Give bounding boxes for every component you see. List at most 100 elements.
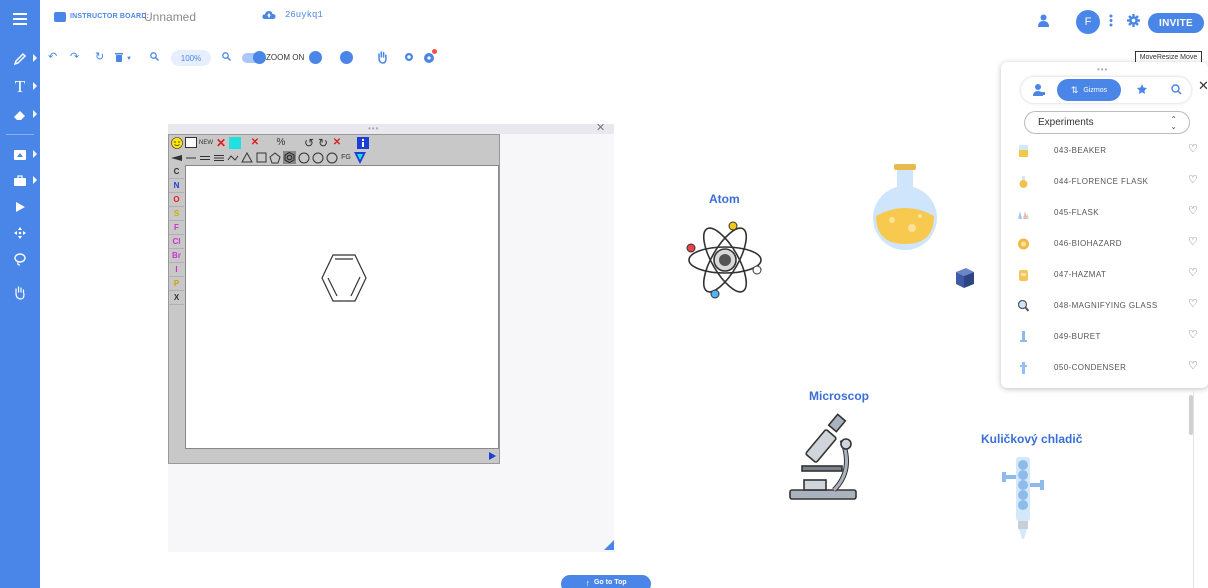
eraser-tool-button[interactable] (0, 102, 40, 128)
hand-gesture-icon[interactable] (0, 280, 40, 306)
atom-chlorine[interactable]: Cl (169, 235, 184, 249)
new-button[interactable]: NEW (199, 136, 213, 149)
favorite-heart-icon[interactable]: ♡ (1188, 174, 1198, 186)
lasso-tool-icon[interactable] (0, 246, 40, 272)
tab-favorites-icon[interactable] (1137, 84, 1149, 96)
toolbox-button[interactable] (0, 168, 40, 194)
rotate-right-icon[interactable]: ↻ (317, 136, 329, 150)
chain-icon[interactable] (227, 151, 239, 164)
board-scrollbar[interactable] (1189, 395, 1193, 435)
gizmo-list-item[interactable]: 047-HAZMAT ♡ (1001, 259, 1208, 290)
gizmo-list-item[interactable]: 044-FLORENCE FLASK ♡ (1001, 166, 1208, 197)
double-bond-icon[interactable] (199, 151, 211, 164)
undo-icon[interactable]: ↶ (48, 51, 57, 63)
atom-any[interactable]: X (169, 291, 184, 305)
tab-search-icon[interactable] (1171, 84, 1182, 95)
more-options-icon[interactable] (1109, 14, 1113, 27)
delete-x-icon[interactable]: ✕ (215, 136, 227, 150)
zoom-in-icon[interactable] (222, 52, 231, 61)
favorite-heart-icon[interactable]: ♡ (1188, 236, 1198, 248)
cursor-dot-button[interactable] (309, 51, 322, 64)
triangle-ring-icon[interactable] (241, 151, 253, 164)
square-ring-icon[interactable] (255, 151, 267, 164)
delete-bond-icon[interactable]: ✕ (249, 136, 261, 149)
atom-oxygen[interactable]: O (169, 193, 184, 207)
gizmo-list-item[interactable]: 048-MAGNIFYING GLASS ♡ (1001, 290, 1208, 321)
gizmo-list-item[interactable]: 045-FLASK ♡ (1001, 197, 1208, 228)
panel-drag-handle-icon[interactable]: ••• (1097, 66, 1108, 74)
benzene-ring-icon[interactable] (283, 151, 296, 164)
participants-icon[interactable] (1038, 14, 1049, 27)
blue-circle-button[interactable] (340, 51, 353, 64)
atom-fluorine[interactable]: F (169, 221, 184, 235)
smiley-icon[interactable] (171, 136, 183, 149)
gizmo-list-item[interactable]: 050-CONDENSER ♡ (1001, 352, 1208, 383)
zoom-level[interactable]: 100% (171, 50, 211, 66)
cube-icon[interactable] (954, 266, 976, 290)
pentagon-ring-icon[interactable] (269, 151, 281, 164)
pen-tool-button[interactable] (0, 46, 40, 72)
play-button[interactable] (0, 194, 40, 220)
zoom-out-icon[interactable] (150, 52, 159, 61)
info-icon[interactable] (357, 136, 369, 149)
favorite-heart-icon[interactable]: ♡ (1188, 298, 1198, 310)
editor-close-icon[interactable]: ✕ (596, 122, 605, 134)
heptagon-ring-icon[interactable] (312, 151, 324, 164)
template-menu-icon[interactable] (354, 151, 366, 164)
rotate-left-icon[interactable]: ↺ (303, 136, 315, 150)
board-name[interactable]: Unnamed (144, 10, 196, 24)
molecule-drawing-area[interactable] (185, 165, 499, 449)
editor-drag-bar[interactable] (168, 124, 614, 134)
gizmo-list-item[interactable]: 043-BEAKER ♡ (1001, 135, 1208, 166)
invite-button[interactable]: INVITE (1148, 13, 1204, 33)
atom-iodine[interactable]: I (169, 263, 184, 277)
hexagon-ring-icon[interactable] (298, 151, 310, 164)
editor-expand-arrow-icon[interactable] (489, 452, 496, 460)
blank-square-icon[interactable] (185, 136, 197, 149)
gizmo-list-item[interactable]: 046-BIOHAZARD ♡ (1001, 228, 1208, 259)
condenser-icon[interactable] (1000, 455, 1046, 541)
redo-icon[interactable]: ↷ (70, 51, 79, 63)
text-tool-button[interactable]: T (0, 74, 40, 100)
atom-bromine[interactable]: Br (169, 249, 184, 263)
microscope-icon[interactable] (784, 410, 864, 502)
settings-gear-icon[interactable] (1127, 14, 1140, 27)
single-bond-icon[interactable] (185, 151, 197, 164)
favorite-heart-icon[interactable]: ♡ (1188, 267, 1198, 279)
user-avatar[interactable]: F (1076, 10, 1100, 34)
refresh-icon[interactable]: ↻ (95, 51, 104, 63)
tab-people-icon[interactable] (1033, 83, 1045, 96)
octagon-ring-icon[interactable] (326, 151, 338, 164)
atom-sulfur[interactable]: S (169, 207, 184, 221)
menu-icon[interactable] (0, 6, 40, 32)
upload-image-button[interactable] (0, 142, 40, 168)
favorite-heart-icon[interactable]: ♡ (1188, 143, 1198, 155)
move-tool-icon[interactable] (0, 220, 40, 246)
atom-icon[interactable] (685, 218, 765, 302)
resize-handle[interactable] (604, 540, 614, 550)
atom-nitrogen[interactable]: N (169, 179, 184, 193)
panel-close-icon[interactable]: ✕ (1198, 79, 1208, 93)
drag-handle-icon[interactable]: ••• (368, 125, 379, 133)
zoom-toggle[interactable] (242, 51, 266, 64)
tab-gizmos[interactable]: ⇅ Gizmos (1057, 79, 1121, 101)
favorite-heart-icon[interactable]: ♡ (1188, 329, 1198, 341)
wedge-bond-icon[interactable] (171, 151, 183, 164)
cyan-color-swatch[interactable] (229, 136, 241, 149)
cloud-save-icon[interactable] (262, 10, 276, 20)
fg-button[interactable]: FG (340, 151, 352, 164)
atom-phosphorus[interactable]: P (169, 277, 184, 291)
triple-bond-icon[interactable] (213, 151, 225, 164)
go-to-top-button[interactable]: ↑ Go to Top (561, 575, 651, 588)
clear-icon[interactable]: ✕ (331, 136, 343, 149)
notification-icon[interactable] (423, 48, 438, 64)
favorite-heart-icon[interactable]: ♡ (1188, 360, 1198, 372)
percent-icon[interactable]: % (275, 136, 287, 149)
trash-icon[interactable] (115, 52, 123, 62)
trash-dropdown-icon[interactable]: ▼ (126, 53, 132, 65)
atom-carbon[interactable]: C (169, 165, 184, 179)
florence-flask-icon[interactable] (868, 160, 942, 252)
pointer-dot-icon[interactable] (404, 52, 414, 62)
gizmo-list-item[interactable]: 049-BURET ♡ (1001, 321, 1208, 352)
benzene-molecule[interactable] (186, 166, 500, 450)
